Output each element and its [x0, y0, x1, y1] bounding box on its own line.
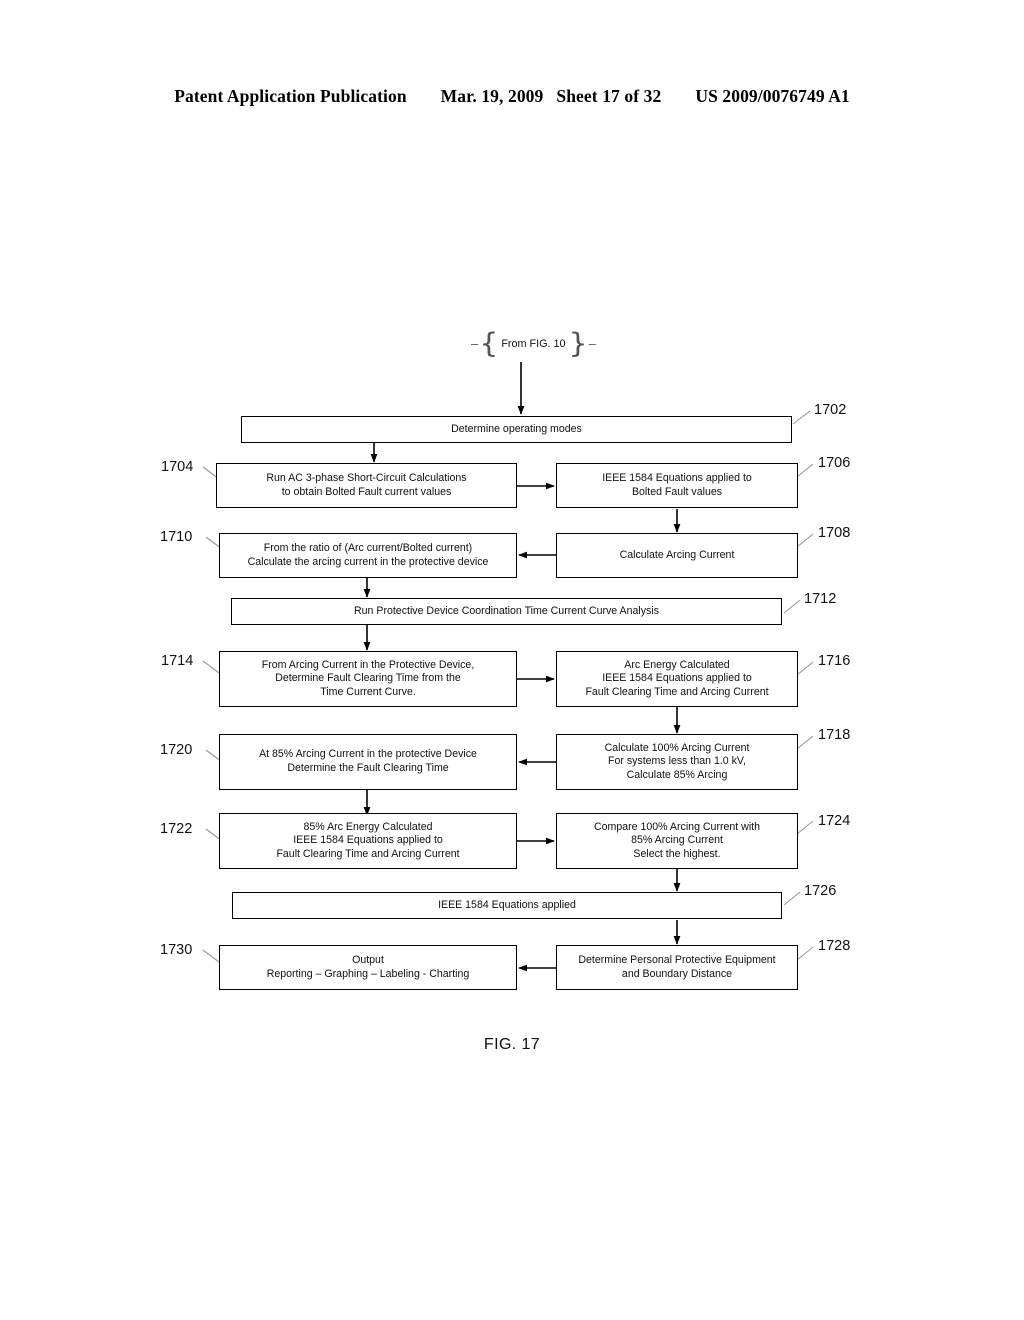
process-box-1704[interactable]: Run AC 3-phase Short-Circuit Calculation…: [216, 463, 517, 508]
process-box-1714[interactable]: From Arcing Current in the Protective De…: [219, 651, 517, 707]
process-box-1718[interactable]: Calculate 100% Arcing Current For system…: [556, 734, 798, 790]
reference-numeral-1706: 1706: [818, 455, 851, 471]
node-text-line: Reporting – Graphing – Labeling - Charti…: [266, 967, 470, 980]
process-box-1708[interactable]: Calculate Arcing Current: [556, 533, 798, 578]
process-box-1728[interactable]: Determine Personal Protective Equipment …: [556, 945, 798, 990]
reference-numeral-1716: 1716: [818, 653, 851, 669]
node-text-line: Calculate 100% Arcing Current: [604, 741, 750, 754]
process-box-1726[interactable]: IEEE 1584 Equations applied: [232, 892, 782, 919]
figure-caption: FIG. 17: [483, 1036, 541, 1053]
node-text-line: IEEE 1584 Equations applied: [438, 898, 576, 911]
process-box-1722[interactable]: 85% Arc Energy Calculated IEEE 1584 Equa…: [219, 813, 517, 869]
node-text-line: Output: [352, 953, 384, 966]
reference-numeral-1730: 1730: [160, 942, 193, 958]
node-text-line: From the ratio of (Arc current/Bolted cu…: [263, 541, 473, 554]
node-text-line: Calculate Arcing Current: [619, 548, 735, 561]
node-text-line: From Arcing Current in the Protective De…: [261, 658, 475, 671]
reference-numeral-1702: 1702: [814, 402, 847, 418]
node-text-line: IEEE 1584 Equations applied to: [602, 672, 752, 685]
node-text-line: For systems less than 1.0 kV,: [608, 755, 746, 768]
connector-right-tick: –: [588, 336, 596, 351]
node-text-line: Determine operating modes: [451, 422, 582, 435]
reference-numeral-1728: 1728: [818, 938, 851, 954]
connector-label: From FIG. 10: [501, 338, 566, 350]
reference-numeral-1718: 1718: [818, 727, 851, 743]
node-text-line: to obtain Bolted Fault current values: [281, 485, 452, 498]
node-text-line: Select the highest.: [633, 847, 721, 860]
node-text-line: Run AC 3-phase Short-Circuit Calculation…: [266, 471, 467, 484]
node-text-line: and Boundary Distance: [621, 967, 733, 980]
reference-numeral-1712: 1712: [804, 591, 837, 607]
reference-numeral-1708: 1708: [818, 525, 851, 541]
node-text-line: Determine the Fault Clearing Time: [287, 762, 449, 774]
reference-numeral-1710: 1710: [160, 529, 193, 545]
process-box-1720[interactable]: At 85% Arcing Current in the protective …: [219, 734, 517, 790]
node-text-line: Run Protective Device Coordination Time …: [354, 604, 659, 617]
node-text-line: Determine Fault Clearing Time from the: [275, 672, 461, 685]
reference-numeral-1726: 1726: [804, 883, 837, 899]
reference-numeral-1704: 1704: [161, 459, 194, 475]
node-text-line: Calculate 85% Arcing: [626, 768, 728, 781]
connector-right-brace: }: [568, 327, 588, 360]
reference-numeral-1714: 1714: [161, 653, 194, 669]
process-box-1724[interactable]: Compare 100% Arcing Current with 85% Arc…: [556, 813, 798, 869]
process-box-1706[interactable]: IEEE 1584 Equations applied to Bolted Fa…: [556, 463, 798, 508]
process-box-1716[interactable]: Arc Energy Calculated IEEE 1584 Equation…: [556, 651, 798, 707]
process-box-1712[interactable]: Run Protective Device Coordination Time …: [231, 598, 782, 625]
node-text-line: At 85% Arcing Current in the protective …: [259, 748, 477, 761]
node-text-line: Bolted Fault values: [631, 485, 723, 498]
connector-left-brace: {: [479, 327, 499, 360]
node-text-line: Determine Personal Protective Equipment: [578, 953, 776, 966]
node-text-line: Fault Clearing Time and Arcing Current: [585, 685, 769, 698]
node-text-line: Time Current Curve.: [320, 685, 416, 698]
node-text-line: Arc Energy Calculated: [624, 658, 730, 671]
process-box-1730[interactable]: Output Reporting – Graphing – Labeling -…: [219, 945, 517, 990]
process-box-1710[interactable]: From the ratio of (Arc current/Bolted cu…: [219, 533, 517, 578]
node-text-line: 85% Arc Energy Calculated: [303, 820, 433, 833]
node-text-line: Compare 100% Arcing Current with: [593, 820, 761, 833]
reference-numeral-1722: 1722: [160, 821, 193, 837]
reference-numeral-1720: 1720: [160, 742, 193, 758]
offpage-connector-from-fig-10: – { From FIG. 10 } –: [470, 327, 597, 360]
node-text-line: IEEE 1584 Equations applied to: [293, 834, 443, 847]
node-text-line: IEEE 1584 Equations applied to: [602, 471, 752, 484]
reference-numeral-1724: 1724: [818, 813, 851, 829]
connector-left-tick: –: [471, 336, 479, 351]
node-text-line: 85% Arcing Current: [631, 834, 723, 847]
node-text-line: Calculate the arcing current in the prot…: [247, 555, 489, 568]
node-text-line: Fault Clearing Time and Arcing Current: [276, 847, 460, 860]
process-box-1702[interactable]: Determine operating modes: [241, 416, 792, 443]
flowchart-diagram: – { From FIG. 10 } – Determine operating…: [0, 0, 1024, 1320]
